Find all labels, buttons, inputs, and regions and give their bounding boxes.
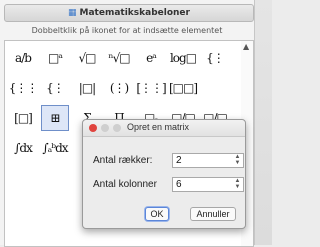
close-button[interactable]: [89, 124, 97, 132]
scroll-up-icon[interactable]: ▲: [243, 42, 249, 51]
cols-stepper[interactable]: 6 ▲ ▼: [172, 177, 244, 192]
template-piecewise-3-icon[interactable]: {⋮: [201, 45, 229, 71]
rows-value[interactable]: 2: [176, 155, 182, 166]
template-glyph: {⋮: [46, 81, 65, 95]
template-glyph: □ᵃ: [48, 51, 63, 65]
stepper-arrows-icon[interactable]: ▲ ▼: [233, 154, 242, 167]
template-sqrt-icon[interactable]: √□: [73, 45, 101, 71]
minimize-button: [101, 124, 109, 132]
template-log-base-icon[interactable]: log□: [169, 45, 197, 71]
template-glyph: [⋮⋮]: [136, 81, 166, 95]
template-binomial-icon[interactable]: (⋮): [105, 75, 133, 101]
template-abs-icon[interactable]: |□|: [73, 75, 101, 101]
matrix-icon: ▦: [68, 8, 77, 18]
panel-titlebar: ▦ Matematikskabeloner: [4, 4, 254, 22]
template-power-icon[interactable]: □ᵃ: [41, 45, 69, 71]
template-matrix-brackets-icon[interactable]: [□□]: [168, 75, 198, 101]
right-window-edge: [255, 0, 272, 245]
dialog-titlebar: Opret en matrix: [83, 120, 245, 137]
template-glyph: |□|: [78, 81, 96, 95]
template-matrix-grid-icon[interactable]: ⊞: [41, 105, 69, 131]
rows-label: Antal rækker:: [93, 155, 153, 166]
create-matrix-dialog: Opret en matrix Antal rækker: 2 ▲ ▼ Antal…: [82, 119, 246, 229]
template-empty-slot: [201, 75, 229, 101]
template-bracket-matrix-icon[interactable]: [□]: [9, 105, 37, 131]
template-piecewise-brace-icon[interactable]: {⋮⋮: [8, 75, 39, 101]
panel-hint: Dobbeltklik på ikonet for at indsætte el…: [31, 26, 223, 35]
template-matrix-2x2-icon[interactable]: [⋮⋮]: [136, 75, 166, 101]
template-nth-root-icon[interactable]: ⁿ√□: [105, 45, 133, 71]
template-glyph: ∫ₐᵇdx: [42, 141, 68, 155]
template-glyph: [□□]: [168, 81, 198, 95]
zoom-button: [113, 124, 121, 132]
template-glyph: √□: [78, 51, 97, 65]
template-exp-icon[interactable]: eᵃ: [137, 45, 165, 71]
template-ab-fraction-icon[interactable]: a/b: [9, 45, 37, 71]
cols-row: Antal kolonner 6 ▲ ▼: [93, 177, 244, 193]
template-glyph: {⋮⋮: [8, 81, 39, 95]
template-glyph: ⁿ√□: [108, 51, 130, 65]
rows-row: Antal rækker: 2 ▲ ▼: [93, 153, 244, 169]
template-glyph: {⋮: [206, 51, 225, 65]
panel-title: Matematikskabeloner: [79, 8, 190, 18]
cancel-button[interactable]: Annuller: [190, 207, 236, 221]
cols-label: Antal kolonner: [93, 179, 157, 190]
dialog-title: Opret en matrix: [127, 122, 190, 132]
rows-stepper[interactable]: 2 ▲ ▼: [172, 153, 244, 168]
template-glyph: [□]: [14, 111, 33, 125]
template-glyph: ∫dx: [14, 141, 33, 155]
template-glyph: (⋮): [109, 81, 129, 95]
template-integral-icon[interactable]: ∫dx: [9, 135, 37, 161]
template-brace-cases-icon[interactable]: {⋮: [41, 75, 69, 101]
cols-value[interactable]: 6: [176, 179, 182, 190]
ok-button[interactable]: OK: [145, 207, 169, 221]
template-glyph: eᵃ: [146, 51, 157, 65]
template-glyph: a/b: [15, 51, 32, 65]
template-definite-integral-icon[interactable]: ∫ₐᵇdx: [41, 135, 69, 161]
template-glyph: ⊞: [50, 111, 60, 125]
template-glyph: log□: [169, 51, 197, 65]
stepper-arrows-icon[interactable]: ▲ ▼: [233, 178, 242, 191]
